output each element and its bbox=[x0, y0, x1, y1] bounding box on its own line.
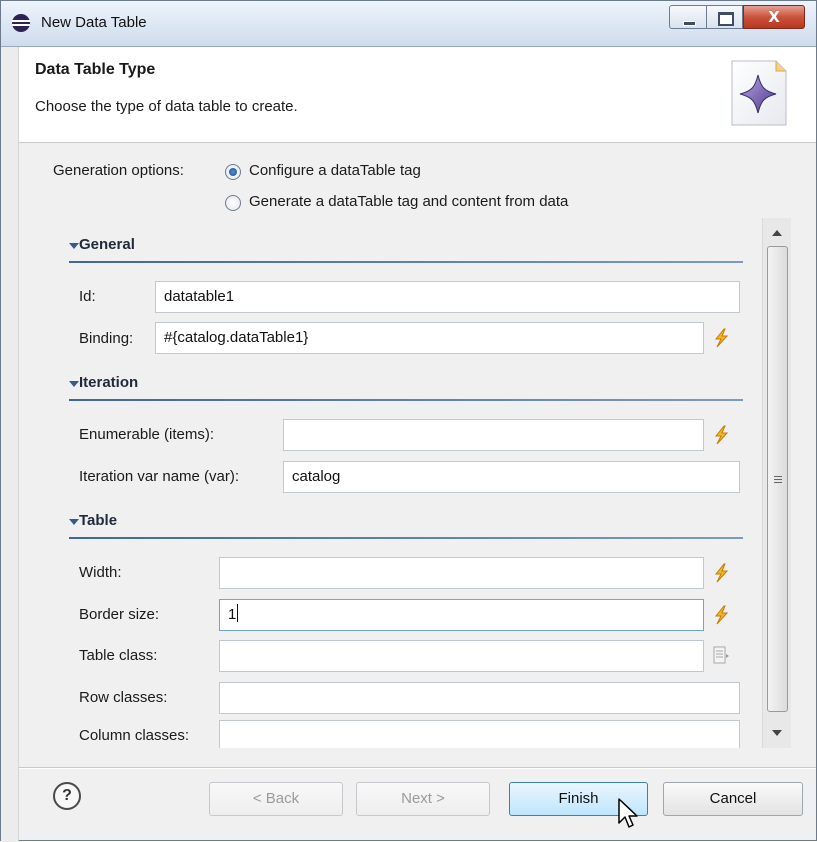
width-lightning-bolt-icon[interactable] bbox=[712, 563, 730, 583]
section-table-title[interactable]: Table bbox=[79, 512, 117, 529]
cancel-button[interactable]: Cancel bbox=[663, 782, 803, 816]
text-caret bbox=[237, 604, 239, 622]
row-classes-label: Row classes: bbox=[79, 689, 168, 706]
enumerable-input[interactable] bbox=[283, 419, 704, 451]
border-size-label: Border size: bbox=[79, 606, 160, 623]
section-iteration-rule bbox=[69, 399, 743, 401]
iteration-var-label: Iteration var name (var): bbox=[79, 468, 240, 485]
back-button[interactable]: < Back bbox=[209, 782, 343, 816]
title-bar[interactable]: New Data Table X bbox=[1, 1, 816, 47]
maximize-icon bbox=[707, 6, 742, 28]
help-icon[interactable]: ? bbox=[53, 782, 81, 810]
page-title: Data Table Type bbox=[35, 61, 156, 78]
eclipse-icon bbox=[12, 14, 30, 32]
general-collapse-icon[interactable] bbox=[69, 243, 79, 249]
left-border bbox=[1, 47, 19, 842]
id-label: Id: bbox=[79, 288, 96, 305]
iteration-collapse-icon[interactable] bbox=[69, 381, 79, 387]
minimize-icon bbox=[670, 6, 706, 28]
enumerable-label: Enumerable (items): bbox=[79, 426, 215, 443]
table-class-input[interactable] bbox=[219, 640, 704, 672]
generate-from-data-label[interactable]: Generate a dataTable tag and content fro… bbox=[249, 193, 568, 210]
scroll-up-arrow-icon[interactable] bbox=[772, 230, 782, 236]
footer-separator bbox=[19, 767, 816, 769]
configure-datatable-radio[interactable] bbox=[225, 164, 241, 180]
binding-label: Binding: bbox=[79, 330, 134, 347]
width-label: Width: bbox=[79, 564, 122, 581]
enumerable-lightning-bolt-icon[interactable] bbox=[712, 425, 730, 445]
mouse-pointer-icon bbox=[618, 798, 638, 828]
generation-options-label: Generation options: bbox=[53, 162, 184, 179]
id-input[interactable]: datatable1 bbox=[155, 281, 740, 313]
window-title: New Data Table bbox=[41, 14, 147, 31]
width-input[interactable] bbox=[219, 557, 704, 589]
section-general-title[interactable]: General bbox=[79, 236, 135, 253]
section-iteration-title[interactable]: Iteration bbox=[79, 374, 138, 391]
section-table-rule bbox=[69, 537, 743, 539]
generate-from-data-radio[interactable] bbox=[225, 195, 241, 211]
column-classes-input[interactable] bbox=[219, 720, 740, 748]
close-icon: X bbox=[768, 8, 780, 26]
grip-line bbox=[774, 479, 782, 480]
row-classes-input[interactable] bbox=[219, 682, 740, 714]
table-class-label: Table class: bbox=[79, 647, 158, 664]
new-data-table-dialog: New Data Table X Data Table Type Choose … bbox=[0, 0, 817, 842]
wizard-header: Data Table Type Choose the type of data … bbox=[19, 47, 816, 143]
column-classes-label: Column classes: bbox=[79, 727, 190, 744]
css-class-picker-icon[interactable] bbox=[712, 646, 730, 666]
wizard-banner-icon bbox=[731, 60, 787, 126]
page-description: Choose the type of data table to create. bbox=[35, 98, 298, 115]
border-size-value: 1 bbox=[228, 606, 237, 623]
table-collapse-icon[interactable] bbox=[69, 519, 79, 525]
section-general-rule bbox=[69, 261, 743, 263]
border-size-lightning-bolt-icon[interactable] bbox=[712, 605, 730, 625]
grip-line bbox=[774, 476, 782, 477]
border-size-input[interactable]: 1 bbox=[219, 599, 704, 631]
binding-lightning-bolt-icon[interactable] bbox=[712, 328, 730, 348]
vertical-scrollbar[interactable] bbox=[762, 218, 791, 748]
scroll-down-arrow-icon[interactable] bbox=[772, 730, 782, 736]
binding-input[interactable]: #{catalog.dataTable1} bbox=[155, 322, 704, 354]
configure-datatable-label[interactable]: Configure a dataTable tag bbox=[249, 162, 421, 179]
maximize-button[interactable] bbox=[707, 5, 743, 29]
grip-line bbox=[774, 482, 782, 483]
scroll-thumb[interactable] bbox=[767, 246, 788, 712]
minimize-button[interactable] bbox=[669, 5, 707, 29]
next-button[interactable]: Next > bbox=[356, 782, 490, 816]
iteration-var-input[interactable]: catalog bbox=[283, 461, 740, 493]
close-button[interactable]: X bbox=[743, 5, 805, 29]
